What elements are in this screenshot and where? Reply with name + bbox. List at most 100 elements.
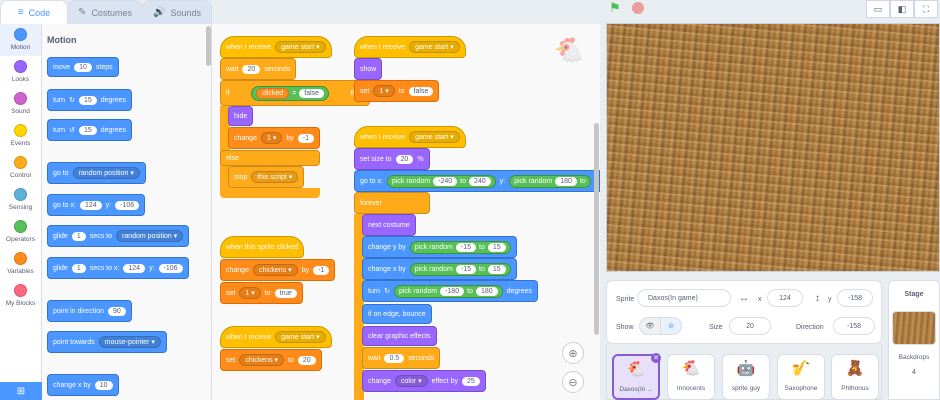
when-i-receive-block-3[interactable]: when I receive game start ▾ (354, 126, 466, 148)
script-area[interactable]: when I receive game start ▾ wait 20 seconds… (212, 24, 600, 400)
green-flag-icon: ⚑ (609, 0, 621, 15)
stage-canvas[interactable] (606, 23, 940, 272)
next-costume-block[interactable]: next costume (362, 214, 416, 236)
hide-block[interactable]: hide (228, 106, 254, 126)
eye-off-icon: ⊘ (668, 323, 674, 330)
block-glide-to[interactable]: glide 1 secs to random position ▾ (47, 225, 190, 247)
change-effect-block[interactable]: change color ▾ effect by 25 (362, 370, 486, 392)
backdrop-thumbnail (892, 311, 936, 345)
category-variables[interactable]: Variables (0, 248, 41, 280)
tab-costumes[interactable]: ✎ Costumes (67, 0, 143, 24)
sprite-name-input[interactable]: Daxos(In game) (637, 289, 731, 307)
forever-block[interactable]: forever (354, 192, 430, 214)
show-visible-button[interactable]: 👁 (639, 317, 661, 335)
go-to-xy-block[interactable]: go to x: pick random -240 to 240 y: pick rando… (354, 170, 600, 192)
delete-sprite-button[interactable]: ✕ (651, 353, 661, 363)
show-block[interactable]: show (354, 58, 383, 80)
rotate-left-icon: ↺ (69, 127, 75, 134)
code-icon: ≡ (17, 7, 24, 18)
green-flag-button[interactable]: ⚑ (609, 0, 621, 16)
bounce-block[interactable]: if on edge, bounce (362, 304, 432, 324)
block-point-towards[interactable]: point towards mouse-pointer ▾ (47, 331, 167, 353)
add-extension-button[interactable]: ⊞ (0, 382, 42, 400)
category-control[interactable]: Control (0, 152, 41, 184)
category-operators[interactable]: Operators (0, 216, 41, 248)
large-stage-button[interactable]: ◧ (890, 0, 914, 18)
direction-input[interactable]: -158 (833, 317, 875, 335)
stop-block[interactable]: stop this script ▾ (228, 166, 305, 188)
x-input[interactable]: 124 (767, 289, 803, 307)
small-stage-button[interactable]: ▭ (866, 0, 890, 18)
block-turn-left[interactable]: turn ↺ 15 degrees (47, 119, 133, 141)
block-go-to[interactable]: go to random position ▾ (47, 162, 146, 184)
clear-effects-block[interactable]: clear graphic effects (362, 326, 437, 346)
category-sound[interactable]: Sound (0, 88, 41, 120)
equals-operator[interactable]: clicked = false (250, 85, 330, 101)
block-change-x[interactable]: change x by 10 (47, 374, 119, 396)
motion-icon (14, 28, 27, 41)
stage-backdrop (607, 24, 939, 271)
tab-sounds[interactable]: 🔊 Sounds (142, 0, 212, 24)
palette-heading: Motion (47, 35, 77, 45)
when-i-receive-block-4[interactable]: when I receive game start ▾ (220, 326, 332, 348)
category-events[interactable]: Events (0, 120, 41, 152)
sprite-thumbnail: 🐔 (681, 360, 701, 377)
sprite-tile[interactable]: 🎷 Saxophone (777, 354, 825, 400)
block-palette: Motion move 10 steps turn ↻ 15 degrees turn ↺ 1… (42, 24, 212, 400)
sprite-thumbnail: 🤖 (736, 360, 756, 377)
when-sprite-clicked-block[interactable]: when this sprite clicked (220, 236, 304, 258)
sensing-icon (14, 188, 27, 201)
category-my-blocks[interactable]: My Blocks (0, 280, 41, 312)
block-turn-right[interactable]: turn ↻ 15 degrees (47, 89, 133, 111)
looks-icon (14, 60, 27, 73)
y-input[interactable]: -158 (837, 289, 873, 307)
block-glide-to-xy[interactable]: glide 1 secs to x: 124 y: -106 (47, 257, 189, 279)
palette-scrollbar[interactable] (206, 26, 211, 66)
script-scrollbar[interactable] (594, 123, 599, 335)
change-var-block[interactable]: change 1 ▾ by -1 (228, 127, 320, 149)
zoom-out-icon: ⊖ (568, 376, 578, 389)
y-arrow-icon: ↕ (815, 293, 820, 304)
block-point-direction[interactable]: point in direction 90 (47, 300, 132, 322)
if-else-end (220, 188, 320, 198)
change-x-block[interactable]: change x by pick random -15 to 15 (362, 258, 517, 280)
change-chickens-block[interactable]: change chickens ▾ by -1 (220, 259, 336, 281)
sprite-tile[interactable]: 🧸 Phthonus (831, 354, 879, 400)
fullscreen-button[interactable]: ⛶ (914, 0, 938, 18)
stage-selector[interactable]: Stage Backdrops 4 (888, 280, 940, 400)
sprite-label: Sprite (616, 296, 635, 303)
events-icon (14, 124, 27, 137)
category-motion[interactable]: Motion (0, 24, 41, 56)
sprite-tile[interactable]: 🐔 Innocents (667, 354, 715, 400)
block-move[interactable]: move 10 steps (47, 57, 119, 77)
zoom-in-button[interactable]: ⊕ (562, 342, 584, 364)
block-go-to-xy[interactable]: go to x: 124 y: -106 (47, 194, 146, 216)
if-else-block[interactable]: if clicked=false then (220, 80, 370, 106)
stop-button[interactable] (632, 2, 644, 14)
control-icon (14, 156, 27, 169)
sprite-thumbnail: 🧸 (845, 360, 865, 377)
set-chickens-block[interactable]: set chickens ▾ to 20 (220, 349, 322, 371)
tab-code[interactable]: ≡ Code (0, 0, 68, 24)
small-stage-icon: ▭ (873, 3, 883, 14)
hide-visible-button[interactable]: ⊘ (660, 317, 682, 335)
direction-label: Direction (796, 324, 824, 331)
size-input[interactable]: 20 (729, 317, 771, 335)
turn-block[interactable]: turn ↻ pick random -180 to 180 degrees (362, 280, 538, 302)
extension-icon: ⊞ (16, 385, 26, 397)
zoom-out-button[interactable]: ⊖ (562, 371, 584, 393)
fullscreen-icon: ⛶ (922, 3, 930, 14)
wait-block-2[interactable]: wait 0.5 seconds (362, 347, 441, 369)
set-size-block[interactable]: set size to 20% (354, 148, 430, 170)
change-y-block[interactable]: change y by pick random -15 to 15 (362, 236, 517, 258)
sprite-tile[interactable]: 🐔 Daxos(In ... ✕ (612, 353, 661, 400)
when-i-receive-block-2[interactable]: when I receive game start ▾ (354, 36, 466, 58)
category-sensing[interactable]: Sensing (0, 184, 41, 216)
set-var-block[interactable]: set 1 ▾ to false (354, 80, 440, 102)
category-looks[interactable]: Looks (0, 56, 41, 88)
set-var-block-2[interactable]: set 1 ▾ to true (220, 282, 303, 304)
sprite-thumbnail: 🎷 (791, 360, 811, 377)
when-i-receive-block[interactable]: when I receive game start ▾ (220, 36, 332, 58)
wait-block[interactable]: wait 20 seconds (220, 58, 297, 80)
sprite-tile[interactable]: 🤖 sprite guy (722, 354, 770, 400)
